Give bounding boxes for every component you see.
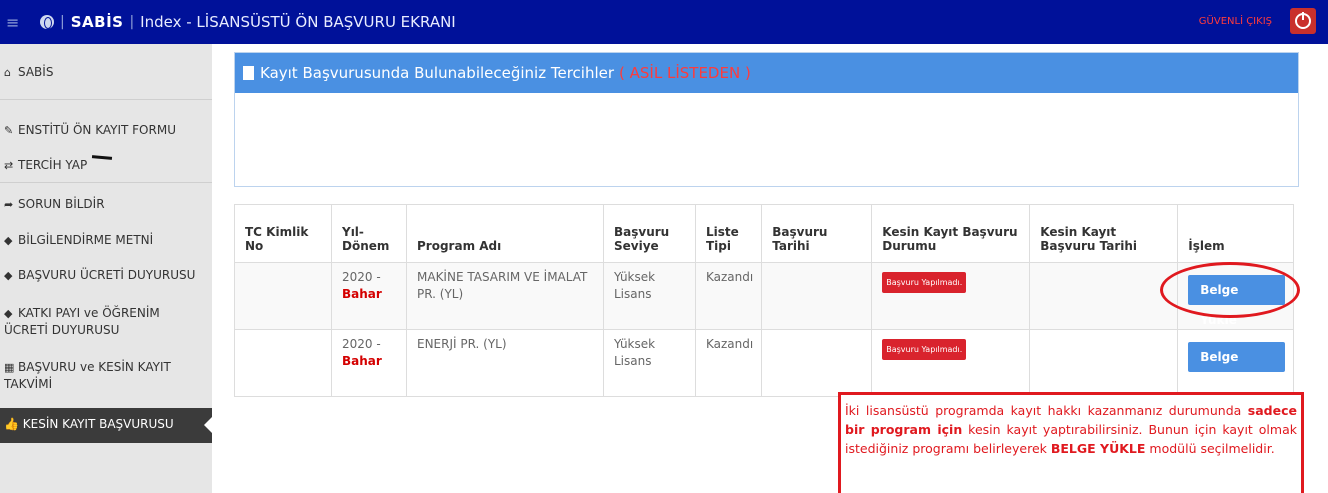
calendar-icon: ▦ [4,361,15,374]
separator: | [129,14,135,30]
top-navbar: ≡ | SABİS | Index - LİSANSÜSTÜ ÖN BAŞVUR… [0,0,1328,44]
header-action: İşlem [1177,204,1295,263]
cell-final-date [1029,329,1179,397]
globe-icon [40,15,54,29]
status-badge: Başvuru Yapılmadı. [882,339,967,360]
header-list-type: Liste Tipi [694,204,763,263]
header-tc: TC Kimlik No [234,204,332,263]
sidebar: ⌂ SABİS ✎ ENSTİTÜ ÖN KAYIT FORMU ⇄ TERCİH Y… [0,44,212,493]
divider [0,99,212,100]
divider [0,182,212,183]
cell-app-date [761,262,873,330]
highlight-circle [1160,262,1300,318]
header-program: Program Adı [406,204,604,263]
sidebar-item-label: BİLGİLENDİRME METNİ [18,233,154,247]
note-emphasis: BELGE YÜKLE [1050,441,1146,456]
note-text: modülü seçilmelidir. [1145,441,1275,456]
sidebar-item-label: ENSTİTÜ ÖN KAYIT FORMU [18,123,176,137]
info-note: İki lisansüstü programda kayıt hakkı kaz… [838,392,1304,493]
pencil-icon: ✎ [4,124,14,137]
document-icon [243,66,254,80]
table-header-row: TC Kimlik No Yıl-Dönem Program Adı Başvu… [234,204,1295,263]
cell-level: Yüksek Lisans [603,262,696,330]
cell-level: Yüksek Lisans [603,329,696,397]
header-app-date: Başvuru Tarihi [761,204,873,263]
table-row: 2020 - Bahar MAKİNE TASARIM VE İMALAT PR.… [234,262,1295,330]
logout-link[interactable]: GÜVENLİ ÇIKIŞ [1199,16,1272,27]
home-icon: ⌂ [4,66,11,79]
panel-title: Kayıt Başvurusunda Bulunabileceğiniz Ter… [260,64,615,82]
cell-program: ENERJİ PR. (YL) [406,329,604,397]
sidebar-item-label: SORUN BİLDİR [18,197,105,211]
sidebar-item-tercih-yap[interactable]: ⇄ TERCİH YAP [0,157,212,174]
separator: | [60,14,65,30]
sidebar-item-enstitu-form[interactable]: ✎ ENSTİTÜ ÖN KAYIT FORMU [0,122,212,139]
preferences-panel: Kayıt Başvurusunda Bulunabileceğiniz Ter… [234,52,1299,187]
year-text: 2020 - [342,337,381,351]
sidebar-item-takvim[interactable]: ▦ BAŞVURU ve KESİN KAYIT TAKVİMİ [0,359,200,393]
cell-status: Başvuru Yapılmadı. [871,262,1031,330]
brand-logo[interactable]: SABİS [71,13,124,31]
table-row: 2020 - Bahar ENERJİ PR. (YL) Yüksek Lisan… [234,329,1295,397]
sidebar-item-label: TERCİH YAP [18,158,88,172]
term-text: Bahar [342,354,382,368]
cell-action: Belge Yükle [1177,329,1295,397]
upload-document-button[interactable]: Belge Yükle [1188,342,1286,394]
sidebar-item-label: SABİS [18,65,54,79]
year-text: 2020 - [342,270,381,284]
exchange-icon: ⇄ [4,159,14,172]
cell-final-date [1029,262,1179,330]
cell-tc [234,262,332,330]
header-status: Kesin Kayıt Başvuru Durumu [871,204,1031,263]
cell-status: Başvuru Yapılmadı. [871,329,1031,397]
sidebar-item-bilgilendirme[interactable]: ◆ BİLGİLENDİRME METNİ [0,232,212,249]
cell-year: 2020 - Bahar [331,329,407,397]
tag-icon: ◆ [4,269,13,282]
cell-list-type: Kazandı [694,262,763,330]
sidebar-item-sorun-bildir[interactable]: ➦ SORUN BİLDİR [0,196,212,213]
sidebar-item-basvuru-ucreti[interactable]: ◆ BAŞVURU ÜCRETİ DUYURUSU [0,267,212,284]
sidebar-item-sabis[interactable]: ⌂ SABİS [0,64,212,81]
header-level: Başvuru Seviye [603,204,696,263]
header-year: Yıl-Dönem [331,204,407,263]
panel-header: Kayıt Başvurusunda Bulunabileceğiniz Ter… [235,53,1298,93]
active-indicator [204,417,212,433]
term-text: Bahar [342,287,382,301]
sidebar-item-kesin-kayit[interactable]: 👍 KESİN KAYIT BAŞVURUSU [0,408,212,443]
page-title: Index - LİSANSÜSTÜ ÖN BAŞVURU EKRANI [140,13,456,31]
sidebar-item-label: BAŞVURU ve KESİN KAYIT TAKVİMİ [4,360,171,391]
panel-title-list: ( ASİL LİSTEDEN ) [619,64,751,82]
sidebar-item-label: KESİN KAYIT BAŞVURUSU [22,417,174,431]
cell-year: 2020 - Bahar [331,262,407,330]
cell-app-date [761,329,873,397]
tag-icon: ◆ [4,234,13,247]
thumbs-up-icon: 👍 [4,417,23,431]
header-final-date: Kesin Kayıt Başvuru Tarihi [1029,204,1179,263]
cell-tc [234,329,332,397]
menu-toggle-icon[interactable]: ≡ [6,13,32,32]
sidebar-item-label: BAŞVURU ÜCRETİ DUYURUSU [18,268,196,282]
cell-list-type: Kazandı [694,329,763,397]
note-text: İki lisansüstü programda kayıt hakkı kaz… [845,403,1248,418]
tag-icon: ◆ [4,307,13,320]
sidebar-item-label: KATKI PAYI ve ÖĞRENİM ÜCRETİ DUYURUSU [4,306,160,337]
share-icon: ➦ [4,198,14,211]
preferences-table: TC Kimlik No Yıl-Dönem Program Adı Başvu… [234,204,1295,397]
cell-program: MAKİNE TASARIM VE İMALAT PR. (YL) [406,262,604,330]
power-icon[interactable] [1290,8,1316,34]
sidebar-item-katki-payi[interactable]: ◆ KATKI PAYI ve ÖĞRENİM ÜCRETİ DUYURUSU [0,305,200,339]
status-badge: Başvuru Yapılmadı. [882,272,967,293]
